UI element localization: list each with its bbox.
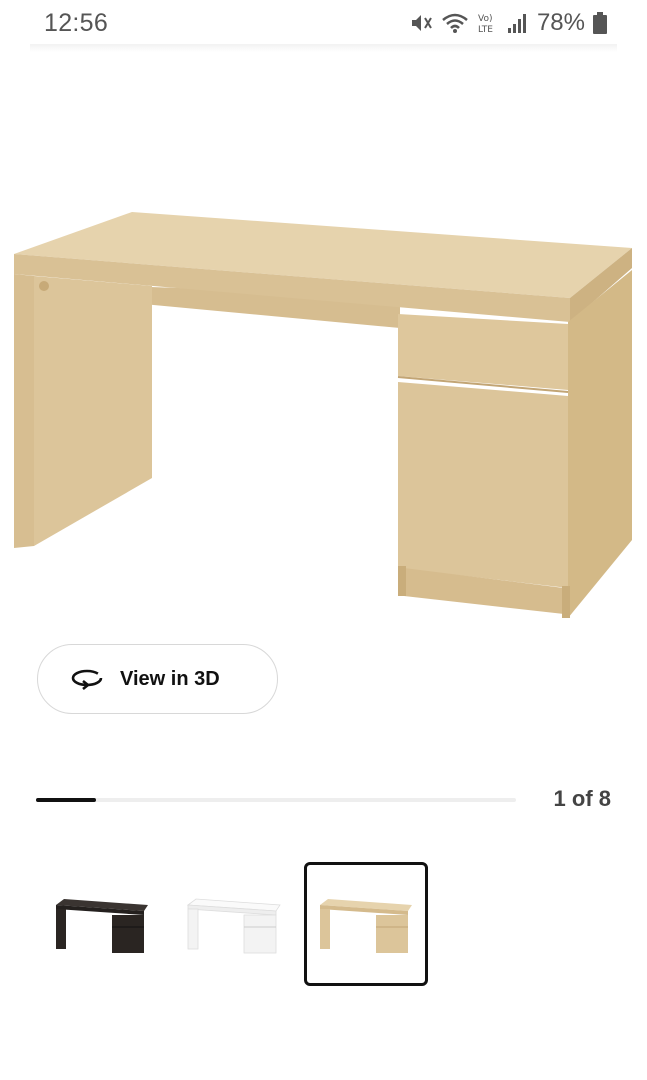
oak-desk-thumbnail: [320, 899, 412, 953]
status-bar-shadow: [30, 44, 617, 52]
view-in-3d-button[interactable]: View in 3D: [37, 644, 278, 714]
view-in-3d-label: View in 3D: [120, 667, 220, 690]
signal-icon: [507, 14, 526, 33]
svg-text:Vo): Vo): [478, 14, 492, 24]
white-desk-thumbnail: [186, 898, 281, 954]
battery-icon: [593, 12, 607, 34]
carousel-counter: 1 of 8: [553, 786, 611, 811]
status-bar: 12:56 Vo) LTE 78%: [0, 0, 647, 46]
black-brown-desk-thumbnail: [56, 899, 148, 953]
battery-percent: 78%: [536, 9, 585, 36]
variant-thumbnail-white-stained-oak[interactable]: [304, 862, 428, 986]
svg-text:LTE: LTE: [478, 25, 493, 34]
variant-thumbnail-white[interactable]: [172, 862, 296, 986]
rotate-3d-icon: [71, 669, 103, 691]
status-icons: Vo) LTE 78%: [409, 9, 607, 37]
desk-image[interactable]: [0, 200, 647, 630]
variant-thumbnail-black-brown[interactable]: [40, 862, 164, 986]
carousel-progress-track: [36, 798, 516, 802]
status-time: 12:56: [44, 8, 109, 37]
carousel-progress-fill: [36, 798, 96, 802]
mute-icon: [411, 15, 432, 31]
wifi-icon: [442, 13, 468, 33]
volte-icon: Vo) LTE: [478, 14, 493, 34]
